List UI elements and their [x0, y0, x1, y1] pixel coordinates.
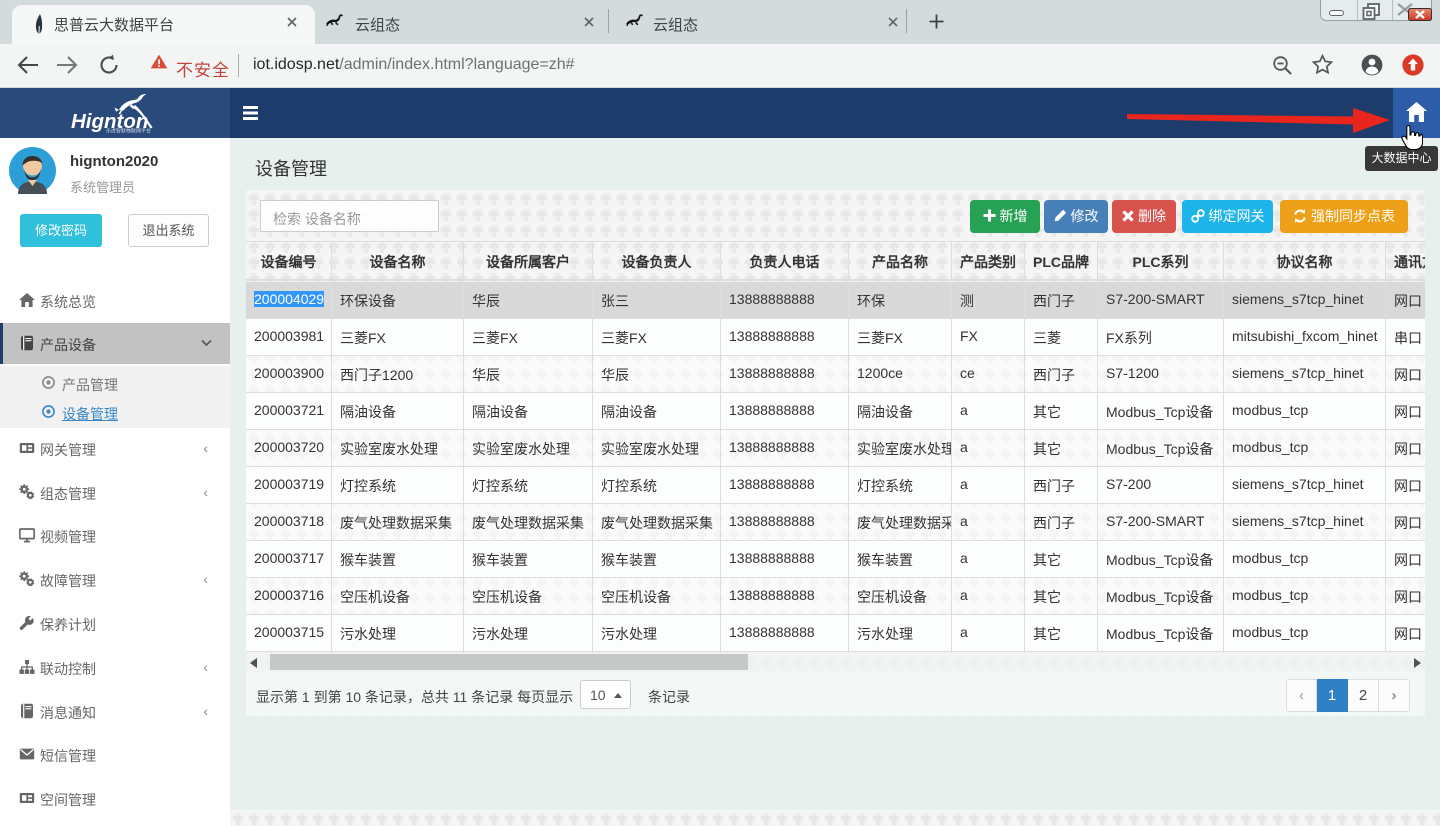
svg-text:乐虎智联物联网平台: 乐虎智联物联网平台	[106, 128, 151, 135]
